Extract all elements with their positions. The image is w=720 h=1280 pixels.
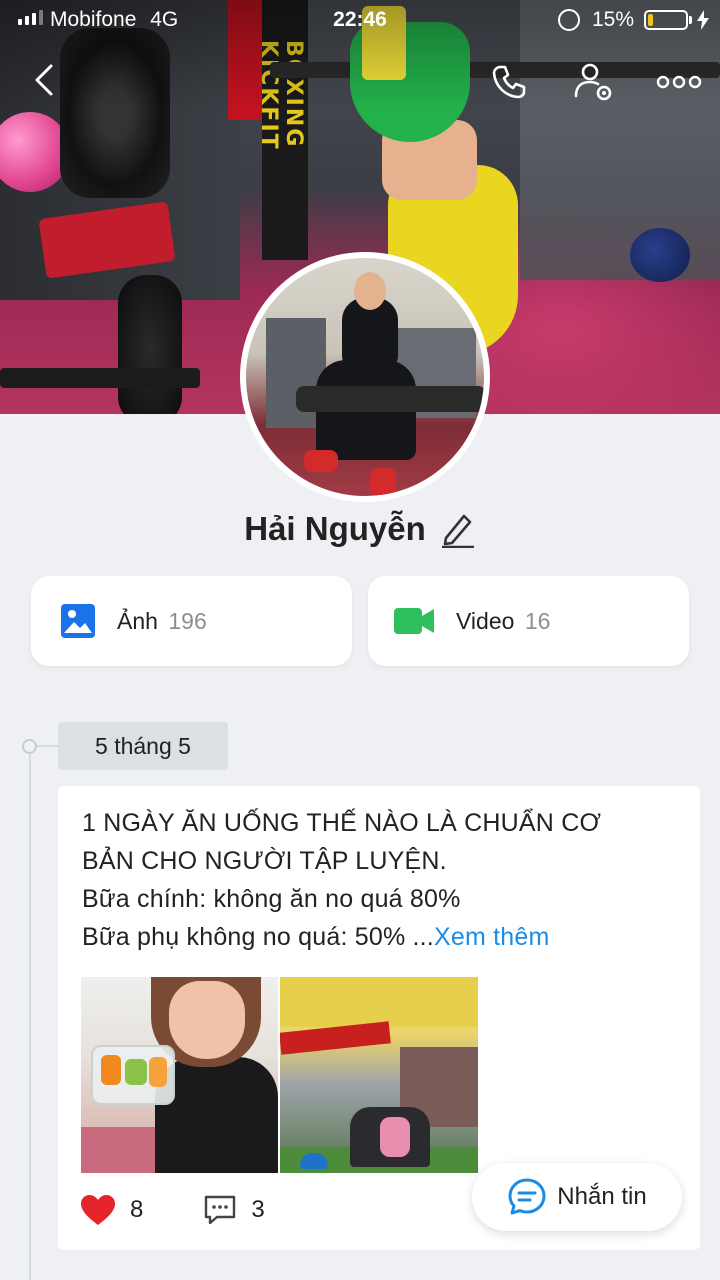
back-button[interactable]: [20, 56, 68, 104]
cover-bg-plate-lower: [118, 275, 182, 414]
post-image-1[interactable]: [81, 977, 278, 1173]
image-icon: [61, 604, 95, 638]
cover-bg-bar: [0, 368, 200, 388]
timeline-date-chip: 5 tháng 5: [58, 722, 228, 770]
rotation-lock-icon: [558, 9, 580, 31]
photos-label: Ảnh: [117, 607, 158, 634]
like-count: 8: [130, 1196, 144, 1223]
comment-icon: [205, 1195, 236, 1225]
more-dots-icon: [656, 75, 702, 89]
profile-name-row: Hải Nguyễn: [0, 510, 720, 548]
message-button[interactable]: Nhắn tin: [472, 1163, 682, 1231]
battery-level-fill: [648, 14, 653, 26]
timeline-dot: [22, 739, 37, 754]
video-camera-icon: [394, 608, 434, 634]
avatar-photo: [246, 258, 484, 496]
photos-count: 196: [168, 607, 207, 634]
profile-name: Hải Nguyễn: [244, 510, 426, 547]
post-text: 1 NGÀY ĂN UỐNG THẾ NÀO LÀ CHUẨN CƠ BẢN C…: [82, 804, 682, 956]
pencil-icon[interactable]: [440, 510, 476, 548]
battery-icon: [644, 10, 688, 30]
timeline-line: [29, 746, 31, 1280]
heart-icon: [81, 1195, 115, 1225]
chat-bubble-icon: [508, 1178, 546, 1215]
post-text-line: Bữa phụ không no quá: 50% ...: [82, 923, 434, 951]
comment-count: 3: [251, 1196, 265, 1223]
post-actions: 8 3: [80, 1194, 265, 1226]
photos-card[interactable]: Ảnh 196: [31, 576, 352, 666]
videos-card[interactable]: Video 16: [368, 576, 689, 666]
call-button[interactable]: [485, 58, 533, 106]
battery-percent: 15%: [592, 8, 635, 31]
post-text-line: 1 NGÀY ĂN UỐNG THẾ NÀO LÀ CHUẨN CƠ: [82, 809, 602, 837]
cover-bg-kettlebell: [630, 228, 690, 282]
profile-settings-button[interactable]: [570, 58, 618, 106]
post-text-line: Bữa chính: không ăn no quá 80%: [82, 885, 461, 913]
videos-count: 16: [524, 607, 551, 634]
post-image-2[interactable]: [280, 977, 478, 1173]
timeline-connector: [37, 745, 59, 747]
profile-avatar[interactable]: [240, 252, 490, 502]
see-more-link[interactable]: Xem thêm: [434, 923, 550, 951]
like-button[interactable]: 8: [80, 1194, 143, 1226]
post-text-last-line: Bữa phụ không no quá: 50% ...Xem thêm: [82, 918, 682, 956]
back-arrow-icon: [35, 64, 53, 96]
charging-bolt-icon: [697, 10, 709, 30]
post-text-line: BẢN CHO NGƯỜI TẬP LUYỆN.: [82, 847, 447, 875]
videos-label: Video: [456, 607, 515, 634]
comment-button[interactable]: 3: [203, 1194, 265, 1226]
user-settings-icon: [574, 63, 612, 101]
battery-nub: [689, 16, 692, 24]
phone-icon: [492, 65, 526, 99]
message-button-label: Nhắn tin: [557, 1183, 647, 1210]
status-bar: Mobifone 4G 22:46 15%: [0, 0, 720, 40]
more-options-button[interactable]: [655, 58, 703, 106]
